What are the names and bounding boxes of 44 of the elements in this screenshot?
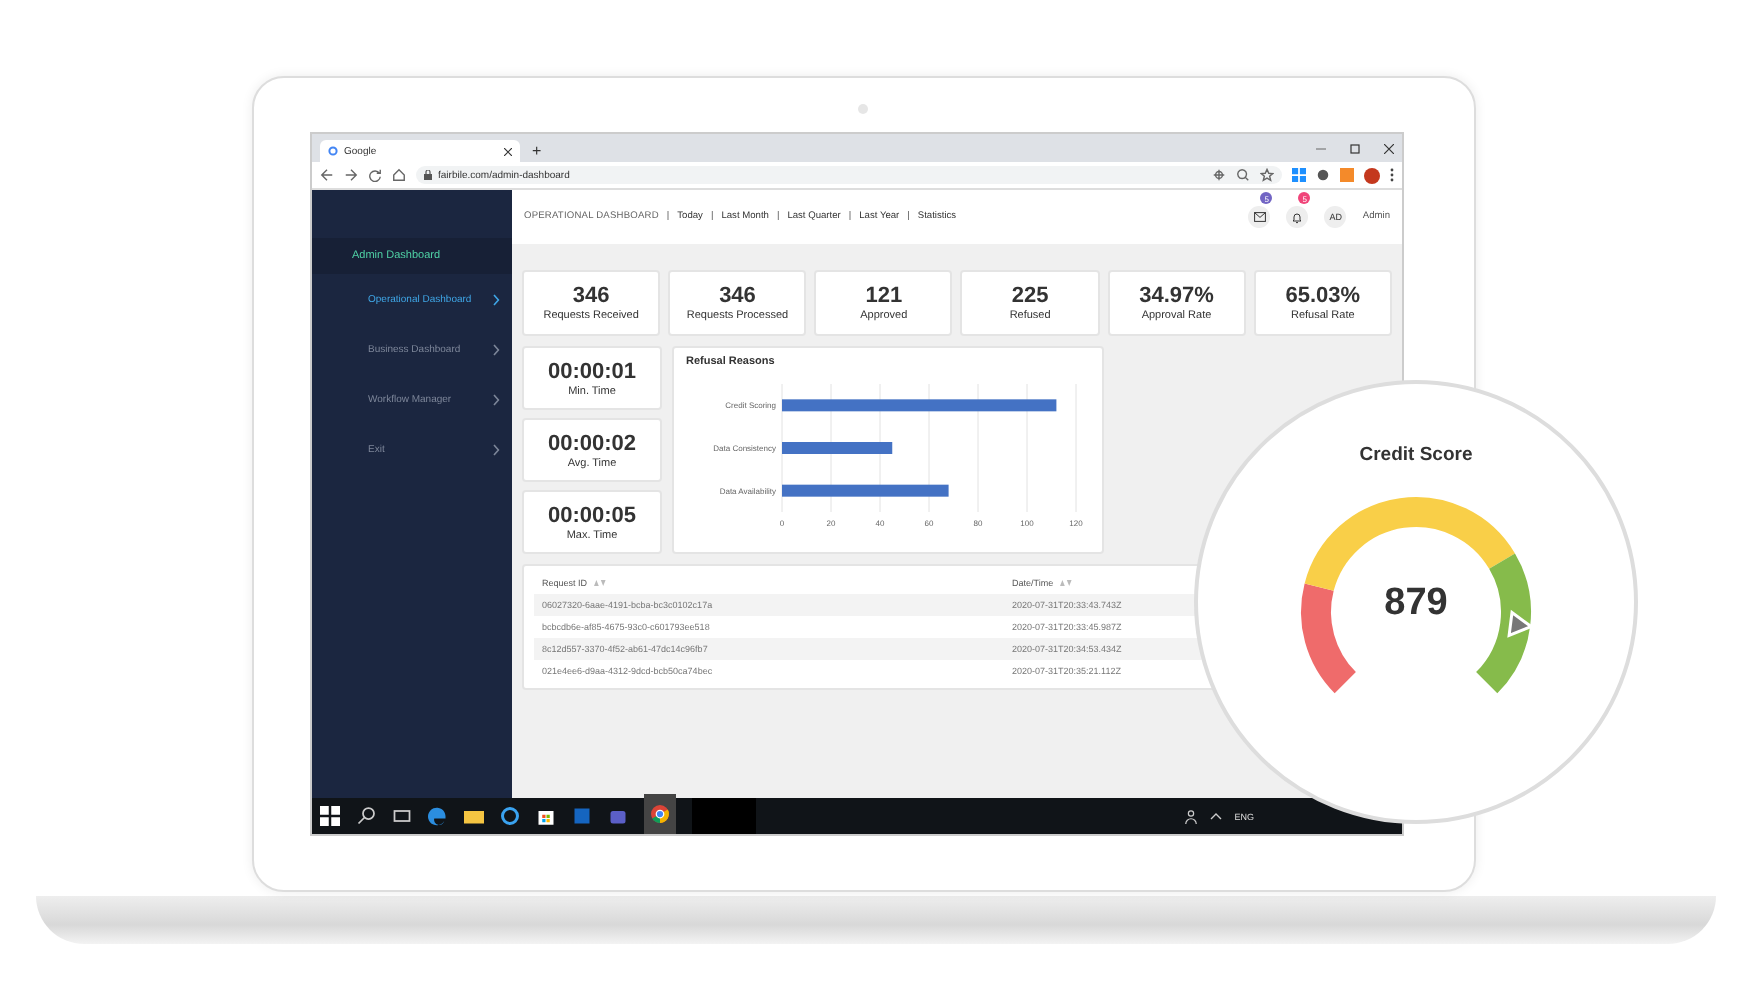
caret-icon[interactable]	[1210, 812, 1223, 820]
stat-value: 34.97%	[1139, 284, 1214, 308]
chart-bar	[782, 442, 893, 454]
task-view-icon[interactable]	[392, 806, 412, 826]
time-value: 00:00:05	[547, 503, 637, 527]
chevron-icon	[492, 293, 500, 305]
store-icon[interactable]	[536, 806, 556, 826]
target-icon[interactable]	[1212, 168, 1226, 182]
restore-icon[interactable]	[1350, 143, 1360, 153]
search-icon[interactable]	[356, 806, 376, 826]
chrome-taskbar-button[interactable]	[644, 794, 676, 834]
lock-icon	[424, 170, 432, 180]
stat-value: 346	[719, 284, 756, 308]
credit-score-value: 879	[1384, 582, 1448, 626]
new-tab-button[interactable]: +	[532, 140, 542, 162]
time-value: 00:00:01	[547, 359, 637, 383]
reload-icon[interactable]	[368, 168, 382, 182]
close-icon[interactable]	[504, 147, 512, 155]
home-icon[interactable]	[392, 168, 406, 182]
windows-start-icon[interactable]	[320, 806, 340, 826]
notifications-button[interactable]	[1286, 206, 1309, 228]
bell-icon	[1292, 211, 1303, 223]
windows-icon[interactable]	[1292, 168, 1306, 182]
stat-value: 225	[1011, 284, 1049, 308]
camera-icon	[858, 104, 868, 114]
forward-icon[interactable]	[344, 168, 358, 182]
chevron-icon	[492, 343, 500, 355]
star-icon[interactable]	[1260, 168, 1274, 182]
close-icon[interactable]	[1384, 143, 1394, 153]
back-icon[interactable]	[320, 168, 334, 182]
person-icon[interactable]	[1184, 809, 1199, 823]
mail-icon	[1253, 212, 1266, 222]
mail-button[interactable]	[1248, 206, 1271, 228]
stat-value: 65.03%	[1285, 284, 1361, 308]
search-icon[interactable]	[1236, 168, 1250, 182]
time-value: 00:00:02	[547, 431, 637, 455]
folder-icon[interactable]	[464, 806, 484, 826]
stat-value: 346	[572, 284, 610, 308]
chrome-icon	[650, 804, 670, 824]
profile-icon[interactable]	[1364, 167, 1380, 183]
stat-value: 121	[865, 284, 903, 308]
gauge-title: Credit Score	[1359, 444, 1473, 466]
chevron-icon	[492, 393, 500, 405]
chevron-icon	[492, 443, 500, 455]
